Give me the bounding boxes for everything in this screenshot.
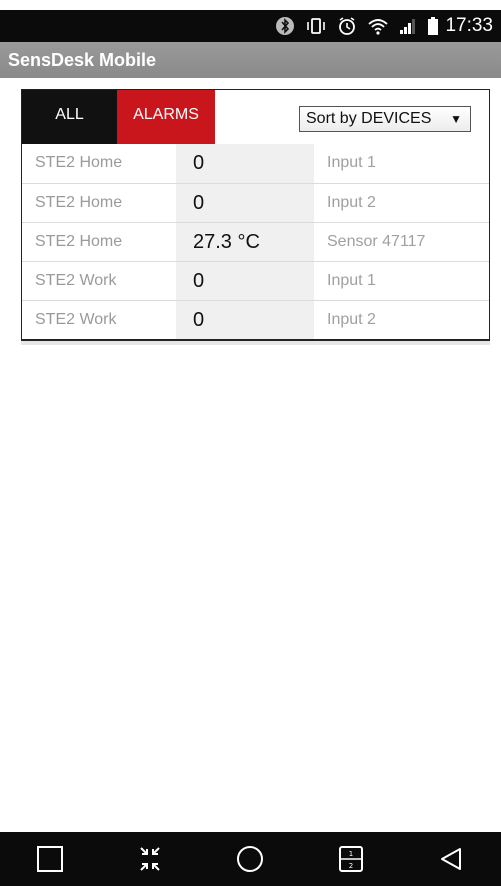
signal-icon xyxy=(399,16,417,36)
minimize-icon[interactable] xyxy=(130,839,170,879)
sort-selected-value: Sort by DEVICES xyxy=(306,110,432,127)
input-name-cell: Input 1 xyxy=(327,154,376,171)
battery-icon xyxy=(427,16,439,36)
table-row[interactable]: STE2 Home 27.3 °C Sensor 47117 xyxy=(22,222,489,261)
tab-all[interactable]: ALL xyxy=(22,90,117,144)
device-name-cell: STE2 Work xyxy=(35,272,117,289)
navigation-bar: 12 xyxy=(0,832,501,886)
svg-text:1: 1 xyxy=(348,850,352,858)
alarm-clock-icon xyxy=(337,16,357,36)
app-title: SensDesk Mobile xyxy=(8,50,157,70)
device-name-cell: STE2 Work xyxy=(35,311,117,328)
input-name-cell: Input 2 xyxy=(327,194,376,211)
value-cell: 0 xyxy=(176,301,314,339)
table-row[interactable]: STE2 Home 0 Input 2 xyxy=(22,183,489,222)
device-name-cell: STE2 Home xyxy=(35,194,123,211)
value-cell: 27.3 °C xyxy=(176,223,314,261)
device-name-cell: STE2 Home xyxy=(35,154,123,171)
app-title-bar: SensDesk Mobile xyxy=(0,42,501,78)
recent-apps-icon[interactable] xyxy=(30,839,70,879)
vibrate-icon xyxy=(305,16,327,36)
sensor-panel: ALL ALARMS Sort by DEVICES ▼ STE2 Home 0… xyxy=(21,89,490,341)
sort-dropdown[interactable]: Sort by DEVICES ▼ xyxy=(299,106,471,132)
home-icon[interactable] xyxy=(230,839,270,879)
value-cell: 0 xyxy=(176,262,314,300)
bluetooth-icon xyxy=(275,16,295,36)
table-row[interactable]: STE2 Work 0 Input 1 xyxy=(22,261,489,300)
svg-text:2: 2 xyxy=(348,862,352,870)
table-row[interactable]: STE2 Home 0 Input 1 xyxy=(22,144,489,183)
panel-shadow xyxy=(21,341,490,345)
status-bar: 17:33 xyxy=(0,10,501,42)
status-time: 17:33 xyxy=(445,15,493,36)
input-name-cell: Input 1 xyxy=(327,272,376,289)
value-cell: 0 xyxy=(176,144,314,183)
sensor-table: STE2 Home 0 Input 1 STE2 Home 0 Input 2 … xyxy=(22,144,489,339)
input-name-cell: Sensor 47117 xyxy=(327,233,426,250)
value-cell: 0 xyxy=(176,184,314,222)
tab-bar: ALL ALARMS Sort by DEVICES ▼ xyxy=(22,90,489,144)
dropdown-arrow-icon: ▼ xyxy=(450,112,462,126)
input-name-cell: Input 2 xyxy=(327,311,376,328)
back-icon[interactable] xyxy=(431,839,471,879)
tab-alarms[interactable]: ALARMS xyxy=(117,90,215,144)
device-name-cell: STE2 Home xyxy=(35,233,123,250)
wifi-icon xyxy=(367,16,389,36)
table-row[interactable]: STE2 Work 0 Input 2 xyxy=(22,300,489,339)
dual-window-icon[interactable]: 12 xyxy=(331,839,371,879)
